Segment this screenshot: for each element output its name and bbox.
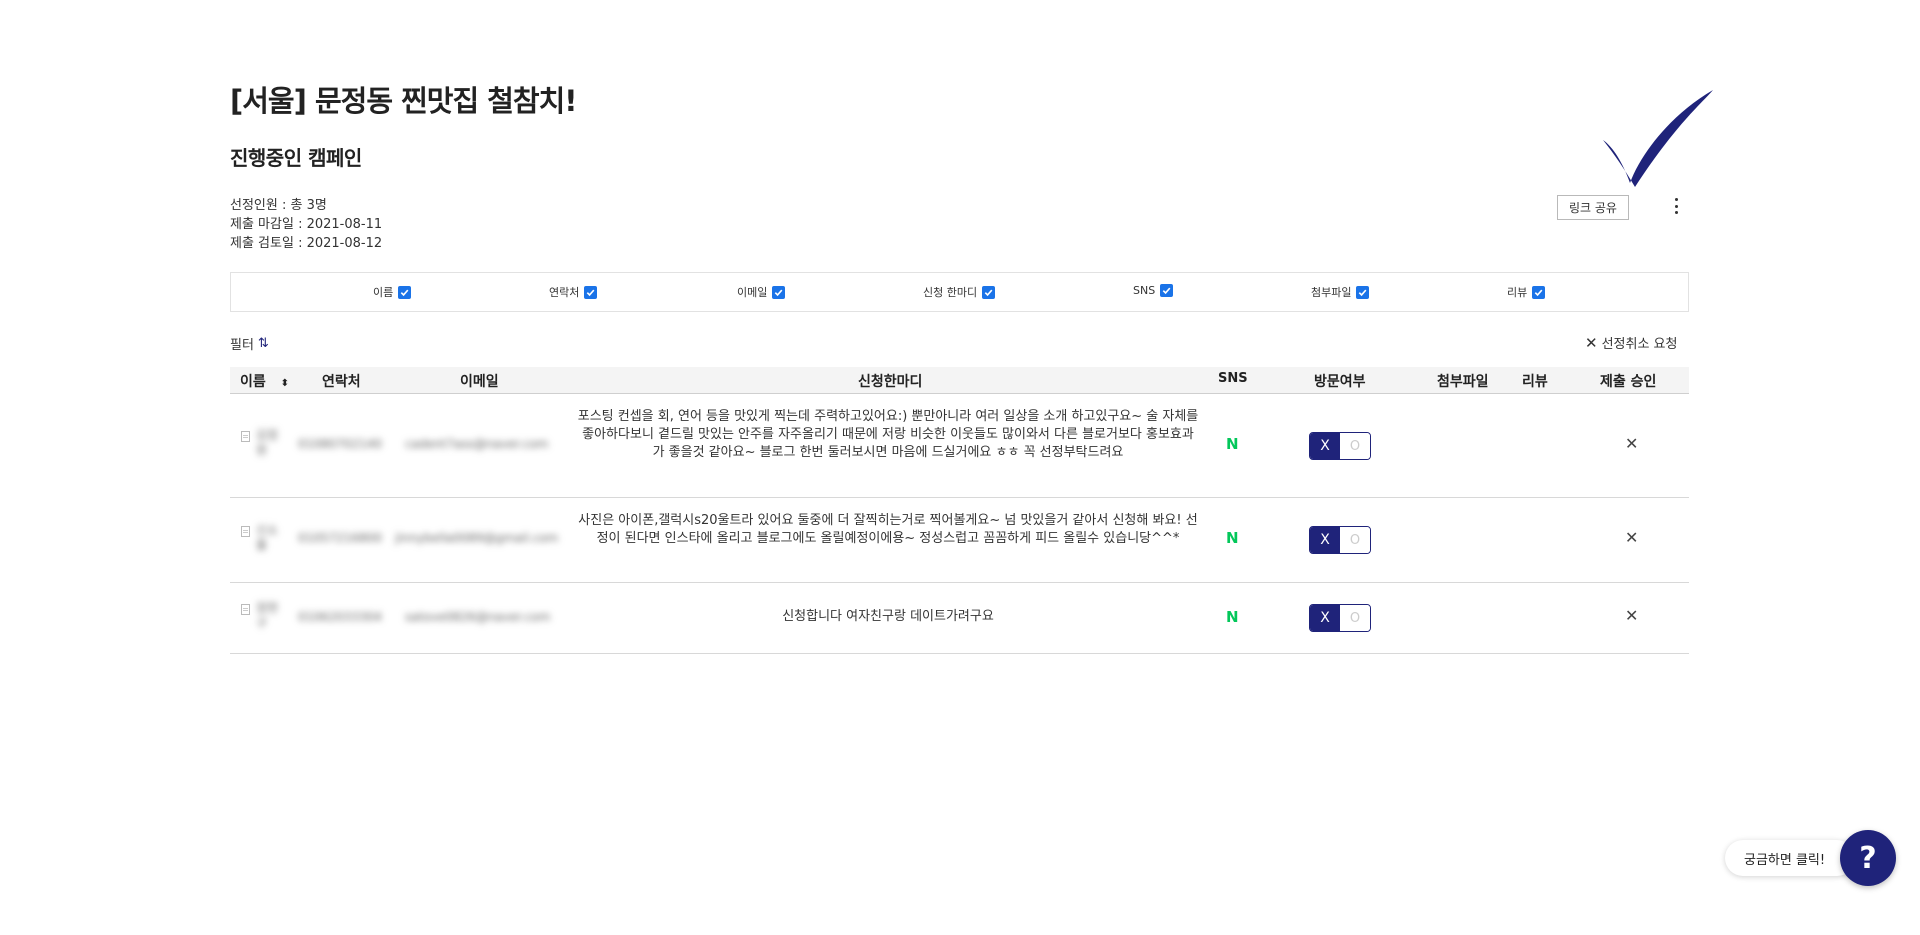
- applicant-email: cadent7ass@naver.com: [405, 437, 549, 451]
- table-row: 신소율 01057216800 jinnybella0089@gmail.com…: [230, 498, 1689, 583]
- table-row: 김정원 01080702140 cadent7ass@naver.com 포스팅…: [230, 394, 1689, 498]
- header-comment: 신청한마디: [858, 374, 923, 390]
- cancel-selection-request-button[interactable]: ✕ 선정취소 요청: [1585, 333, 1678, 353]
- submit-deadline: 제출 마감일 : 2021-08-11: [230, 217, 383, 232]
- header-sns: SNS: [1218, 371, 1248, 386]
- toggle-column-email[interactable]: 이메일: [737, 284, 786, 300]
- header-attachment: 첨부파일: [1437, 374, 1489, 390]
- visit-toggle[interactable]: X O: [1309, 526, 1371, 554]
- checkbox-checked-icon[interactable]: [1160, 284, 1174, 297]
- toggle-column-comment[interactable]: 신청 한마디: [923, 284, 996, 300]
- visit-no-option[interactable]: X: [1310, 605, 1340, 631]
- toggle-label: 신청 한마디: [923, 286, 978, 299]
- campaign-title: [서울] 문정동 찐맛집 철참치!: [230, 84, 578, 118]
- selected-count: 선정인원 : 총 3명: [230, 198, 327, 213]
- campaign-status-heading: 진행중인 캠페인: [230, 146, 362, 170]
- naver-blog-icon[interactable]: N: [1226, 608, 1239, 626]
- approval-close-icon[interactable]: ✕: [1625, 434, 1638, 453]
- header-email: 이메일: [460, 374, 499, 390]
- checkbox-checked-icon[interactable]: [1532, 285, 1546, 299]
- sort-icon[interactable]: ⬍: [281, 378, 289, 389]
- applicant-comment: 사진은 아이폰,갤럭시s20울트라 있어요 둘중에 더 잘찍히는거로 찍어볼게요…: [578, 513, 1198, 546]
- checkbox-checked-icon[interactable]: [982, 285, 996, 299]
- toggle-label: 리뷰: [1507, 286, 1528, 299]
- checkbox-checked-icon[interactable]: [584, 285, 598, 299]
- column-toggle-bar: 이름 연락처 이메일 신청 한마디 SNS 첨부파일 리뷰: [230, 272, 1689, 312]
- checkbox-checked-icon[interactable]: [772, 285, 786, 299]
- filter-label: 필터: [230, 338, 254, 353]
- applicant-comment: 포스팅 컨셉을 회, 연어 등을 맛있게 찍는데 주력하고있어요:) 뿐만아니라…: [577, 409, 1199, 460]
- table-header: 이름 ⬍ 연락처 이메일 신청한마디 SNS 방문여부 첨부파일 리뷰 제출 승…: [230, 367, 1689, 394]
- document-icon[interactable]: [241, 431, 250, 442]
- checkmark-decoration-icon: [1603, 90, 1713, 187]
- toggle-column-contact[interactable]: 연락처: [549, 284, 598, 300]
- applicant-phone: 01062033304: [298, 610, 382, 624]
- applicant-phone: 01057216800: [298, 531, 382, 545]
- more-options-icon[interactable]: [1668, 196, 1684, 216]
- document-icon[interactable]: [241, 526, 250, 537]
- applicant-name: 신소율: [256, 523, 279, 552]
- help-tooltip[interactable]: 궁금하면 클릭!: [1725, 840, 1855, 876]
- checkbox-checked-icon[interactable]: [398, 285, 412, 299]
- approval-close-icon[interactable]: ✕: [1625, 606, 1638, 625]
- visit-yes-option[interactable]: O: [1340, 605, 1370, 631]
- visit-yes-option[interactable]: O: [1340, 433, 1370, 459]
- visit-toggle[interactable]: X O: [1309, 604, 1371, 632]
- toggle-label: 이름: [373, 286, 394, 299]
- applicant-phone: 01080702140: [298, 437, 382, 451]
- header-visit: 방문여부: [1314, 374, 1366, 390]
- applicant-email: jinnybella0089@gmail.com: [395, 531, 559, 545]
- header-approval: 제출 승인: [1600, 374, 1657, 390]
- applicant-name: 정현구: [256, 601, 279, 630]
- visit-toggle[interactable]: X O: [1309, 432, 1371, 460]
- applicant-email: satove0826@naver.com: [405, 610, 551, 624]
- approval-close-icon[interactable]: ✕: [1625, 528, 1638, 547]
- toggle-label: 연락처: [549, 286, 580, 299]
- close-icon: ✕: [1585, 333, 1598, 352]
- toggle-column-attachment[interactable]: 첨부파일: [1311, 284, 1370, 300]
- visit-no-option[interactable]: X: [1310, 433, 1340, 459]
- naver-blog-icon[interactable]: N: [1226, 529, 1239, 547]
- filter-sort-icon: ⇅: [257, 336, 269, 351]
- applicant-name: 김정원: [256, 428, 279, 457]
- filter-button[interactable]: 필터 ⇅: [230, 334, 269, 353]
- share-link-button[interactable]: 링크 공유: [1557, 195, 1629, 220]
- checkbox-checked-icon[interactable]: [1356, 285, 1370, 299]
- table-row: 정현구 01062033304 satove0826@naver.com 신청합…: [230, 583, 1689, 654]
- review-date: 제출 검토일 : 2021-08-12: [230, 236, 383, 251]
- toggle-column-sns[interactable]: SNS: [1133, 284, 1174, 297]
- header-contact: 연락처: [322, 374, 361, 390]
- document-icon[interactable]: [241, 604, 250, 615]
- help-question-button[interactable]: ?: [1840, 830, 1896, 886]
- cancel-selection-label: 선정취소 요청: [1601, 337, 1678, 352]
- toggle-column-name[interactable]: 이름: [373, 284, 412, 300]
- toggle-label: 이메일: [737, 286, 768, 299]
- visit-yes-option[interactable]: O: [1340, 527, 1370, 553]
- naver-blog-icon[interactable]: N: [1226, 435, 1239, 453]
- header-review: 리뷰: [1522, 374, 1548, 390]
- applicant-comment: 신청합니다 여자친구랑 데이트가려구요: [782, 609, 994, 624]
- toggle-label: 첨부파일: [1311, 286, 1352, 299]
- campaign-meta: 선정인원 : 총 3명 제출 마감일 : 2021-08-11 제출 검토일 :…: [230, 196, 382, 253]
- header-name[interactable]: 이름 ⬍: [240, 371, 289, 391]
- toggle-label: SNS: [1133, 284, 1156, 297]
- toggle-column-review[interactable]: 리뷰: [1507, 284, 1546, 300]
- visit-no-option[interactable]: X: [1310, 527, 1340, 553]
